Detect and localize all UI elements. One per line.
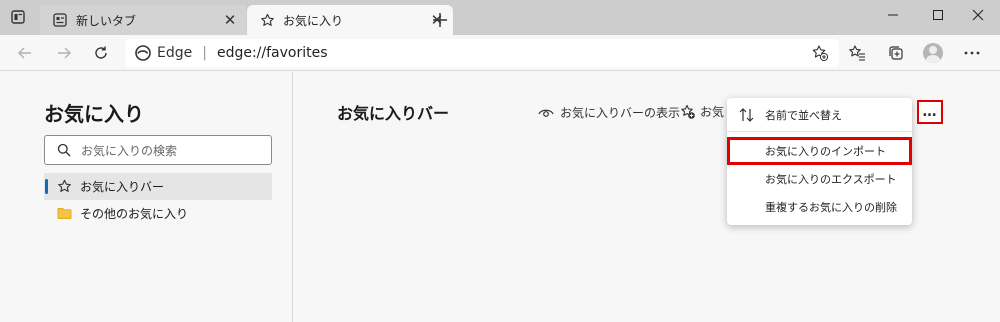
navigation-toolbar: Edge | edge://favorites [0,35,1000,71]
menu-item-label: 重複するお気に入りの削除 [765,201,897,214]
menu-item-import-favorites[interactable]: お気に入りのインポート [727,137,912,165]
collections-icon[interactable] [886,43,906,63]
title-bar: 新しいタブ ✕ お気に入り ✕ [0,0,1000,35]
menu-divider [727,131,912,132]
more-options-menu: 名前で並べ替え お気に入りのインポート お気に入りのエクスポート 重複するお気に… [727,98,912,225]
add-favorite-star-icon[interactable] [811,44,829,62]
show-favorites-bar-button[interactable]: お気に入りバーの表示 [538,104,680,121]
site-name: Edge [157,45,193,61]
tab-actions-icon[interactable] [10,9,26,25]
back-arrow-icon[interactable] [14,42,36,64]
minimize-button[interactable] [871,0,915,30]
star-icon [259,12,275,28]
menu-item-sort-by-name[interactable]: 名前で並べ替え [727,101,912,129]
menu-item-export-favorites[interactable]: お気に入りのエクスポート [727,165,912,193]
new-tab-plus-icon[interactable] [432,12,448,28]
forward-arrow-icon[interactable] [53,42,75,64]
add-favorite-label: お気 [700,105,725,119]
search-icon [57,143,71,157]
page-title: お気に入り [44,102,144,126]
sidebar-item-favorites-bar[interactable]: お気に入りバー [44,173,272,200]
section-title: お気に入りバー [337,104,450,123]
tab-label: 新しいタブ [76,13,137,28]
eye-icon [538,107,554,119]
star-icon [56,179,72,195]
add-favorite-button[interactable]: お気 [680,103,724,120]
menu-item-remove-duplicates[interactable]: 重複するお気に入りの削除 [727,193,912,221]
favorites-page: お気に入り お気に入りの検索 お気に入りバー その他のお気に入り お気に入りバー… [0,72,1000,322]
maximize-button[interactable] [916,0,960,30]
more-options-button[interactable]: … [917,100,943,124]
favorites-search-input[interactable]: お気に入りの検索 [44,135,272,165]
tab-favorites[interactable]: お気に入り ✕ [247,5,453,35]
close-window-button[interactable] [956,0,1000,30]
sidebar-item-label: お気に入りバー [80,180,165,194]
address-bar[interactable]: Edge | edge://favorites [125,39,839,67]
menu-item-label: お気に入りのインポート [765,145,886,158]
show-favorites-bar-label: お気に入りバーの表示 [560,106,681,120]
favorites-star-icon[interactable] [847,43,867,63]
add-favorite-star-icon [680,104,696,120]
url-text[interactable]: edge://favorites [217,45,328,61]
settings-more-icon[interactable] [962,43,982,63]
refresh-icon[interactable] [90,42,112,64]
sidebar-item-label: その他のお気に入り [80,207,189,221]
search-placeholder: お気に入りの検索 [81,143,178,158]
tab-new-tab[interactable]: 新しいタブ ✕ [40,5,246,35]
tab-label: お気に入り [283,13,344,28]
favorites-sidebar: お気に入り お気に入りの検索 お気に入りバー その他のお気に入り [0,72,293,322]
menu-item-label: お気に入りのエクスポート [765,173,897,186]
close-icon[interactable]: ✕ [220,10,240,30]
profile-avatar[interactable] [923,43,943,63]
address-separator: | [202,45,207,61]
menu-item-label: 名前で並べ替え [765,109,842,122]
folder-icon [56,206,72,222]
sidebar-item-other-favorites[interactable]: その他のお気に入り [44,200,272,227]
new-tab-page-icon [52,12,68,28]
edge-logo-icon [135,45,151,61]
sort-arrows-icon [739,108,755,122]
